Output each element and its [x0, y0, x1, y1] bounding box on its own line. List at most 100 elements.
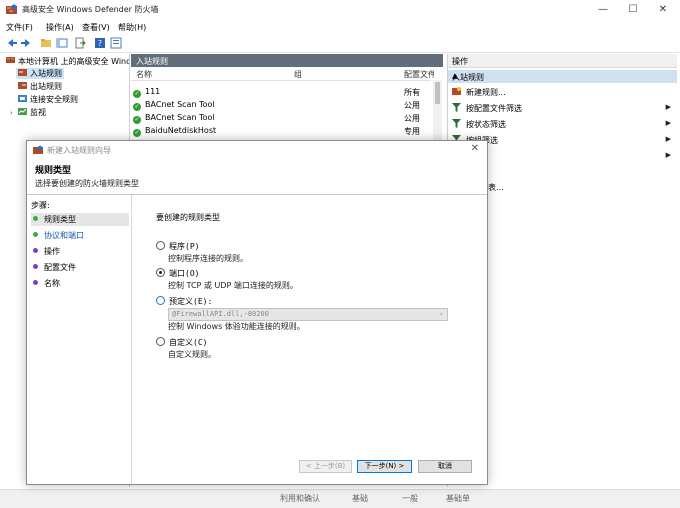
- action-label: 新建规则...: [466, 88, 506, 97]
- tree-item-label: 入站规则: [30, 69, 62, 78]
- rule-type-question: 要创建的规则类型: [156, 213, 220, 222]
- tree-item-monitoring[interactable]: › 监视: [10, 107, 46, 118]
- next-button[interactable]: 下一步(N) >: [357, 460, 412, 473]
- step-rule-type[interactable]: 规则类型: [31, 213, 129, 226]
- tree-root[interactable]: 本地计算机 上的高级安全 Windows Defender 防火墙: [6, 56, 129, 67]
- tree-root-label: 本地计算机 上的高级安全 Windows Defender 防火墙: [18, 57, 129, 66]
- back-button[interactable]: < 上一步(B): [299, 460, 352, 473]
- show-hide-console-tree-icon[interactable]: [56, 37, 68, 49]
- export-list-icon[interactable]: [74, 37, 86, 49]
- column-header-group[interactable]: 组: [294, 69, 302, 80]
- chevron-down-icon[interactable]: ⌄: [438, 309, 444, 317]
- step-name[interactable]: 名称: [31, 277, 129, 290]
- option-label: 自定义(C): [169, 338, 208, 347]
- step-label: 操作: [44, 247, 60, 256]
- new-inbound-rule-wizard: 新建入站规则向导 ✕ 规则类型 选择要创建的防火墙规则类型 步骤: 规则类型 协…: [26, 140, 488, 485]
- step-profile[interactable]: 配置文件: [31, 261, 129, 274]
- wizard-page-subheading: 选择要创建的防火墙规则类型: [35, 179, 139, 188]
- tree-item-inbound-rules[interactable]: 入站规则: [16, 68, 64, 79]
- minimize-button[interactable]: —: [588, 0, 618, 20]
- option-description: 自定义规则。: [168, 350, 216, 359]
- rules-scrollbar[interactable]: [433, 80, 442, 140]
- option-description: 控制程序连接的规则。: [168, 254, 248, 263]
- table-row[interactable]: ✓ BACnet Scan Tool: [133, 100, 215, 111]
- column-header-name[interactable]: 名称: [136, 69, 152, 80]
- tree-item-outbound-rules[interactable]: 出站规则: [18, 81, 62, 92]
- option-label: 端口(O): [169, 269, 200, 278]
- radio-port-selected[interactable]: [156, 268, 165, 277]
- menu-help[interactable]: 帮助(H): [118, 22, 146, 33]
- close-button[interactable]: ✕: [648, 0, 678, 20]
- predefined-select-value: @FirewallAPI.dll,-80200: [172, 310, 269, 318]
- radio-predefined[interactable]: [156, 296, 165, 305]
- step-action[interactable]: 操作: [31, 245, 129, 258]
- option-port[interactable]: 端口(O): [156, 268, 199, 279]
- rule-profile: 专用: [404, 127, 420, 136]
- option-description: 控制 Windows 体验功能连接的规则。: [168, 322, 305, 331]
- forward-icon[interactable]: [20, 37, 32, 49]
- cancel-button[interactable]: 取消: [418, 460, 472, 473]
- step-label: 规则类型: [44, 215, 76, 224]
- rule-profile: 公用: [404, 114, 420, 123]
- radio-program[interactable]: [156, 241, 165, 250]
- enabled-check-icon: ✓: [133, 116, 141, 124]
- status-fragment: 利用和确认: [280, 494, 320, 503]
- step-protocol-and-ports[interactable]: 协议和端口: [31, 229, 129, 242]
- option-custom[interactable]: 自定义(C): [156, 337, 207, 348]
- actions-header: 操作: [448, 54, 677, 68]
- firewall-computer-icon: [6, 57, 15, 63]
- help-icon[interactable]: ?: [94, 37, 106, 49]
- rules-pane-header: 入站规则: [131, 54, 443, 67]
- tree-item-connection-security-rules[interactable]: 连接安全规则: [18, 94, 78, 105]
- header-divider: [131, 80, 431, 81]
- step-label: 协议和端口: [44, 231, 84, 240]
- collapse-up-icon[interactable]: ▲: [452, 72, 671, 80]
- table-row[interactable]: ✓ BaiduNetdiskHost: [133, 126, 216, 137]
- outbound-rules-icon: [18, 82, 27, 89]
- menu-file[interactable]: 文件(F): [6, 22, 33, 33]
- rules-pane-title: 入站规则: [136, 57, 168, 66]
- column-header-profile[interactable]: 配置文件: [404, 69, 434, 80]
- submenu-arrow-icon: ▶: [665, 135, 671, 143]
- menu-view[interactable]: 查看(V): [82, 22, 110, 33]
- back-icon[interactable]: [6, 37, 18, 49]
- actions-section-inbound[interactable]: 入站规则 ▲: [448, 70, 677, 83]
- action-label: 按状态筛选: [466, 120, 506, 129]
- action-new-rule[interactable]: 新建规则...: [452, 87, 506, 98]
- expand-chevron-icon[interactable]: ›: [10, 109, 18, 117]
- svg-text:?: ?: [98, 39, 102, 48]
- rule-name: BACnet Scan Tool: [145, 113, 215, 122]
- action-filter-by-state[interactable]: 按状态筛选: [452, 119, 506, 130]
- enabled-check-icon: ✓: [133, 129, 141, 137]
- table-row[interactable]: ✓ 111: [133, 87, 160, 98]
- option-program[interactable]: 程序(P): [156, 241, 199, 252]
- predefined-rule-select[interactable]: @FirewallAPI.dll,-80200 ⌄: [168, 308, 448, 321]
- tree-item-label: 连接安全规则: [30, 95, 78, 104]
- option-description: 控制 TCP 或 UDP 端口连接的规则。: [168, 281, 298, 290]
- folder-up-icon[interactable]: [40, 37, 52, 49]
- step-active-dot-icon: [33, 216, 38, 221]
- wizard-content: 要创建的规则类型 程序(P) 控制程序连接的规则。 端口(O) 控制 TCP 或…: [132, 195, 487, 484]
- status-fragment: 基础单: [446, 494, 470, 503]
- submenu-arrow-icon: ▶: [665, 103, 671, 111]
- dialog-close-icon[interactable]: ✕: [471, 143, 479, 154]
- radio-custom[interactable]: [156, 337, 165, 346]
- rule-profile: 公用: [404, 101, 420, 110]
- step-dot-icon: [33, 232, 38, 237]
- title-bar: 高级安全 Windows Defender 防火墙 — ☐ ✕: [0, 0, 680, 20]
- scrollbar-thumb[interactable]: [435, 82, 440, 104]
- action-label: 按配置文件筛选: [466, 104, 522, 113]
- option-predefined[interactable]: 预定义(E):: [156, 296, 212, 307]
- rule-name: BaiduNetdiskHost: [145, 126, 217, 135]
- step-label: 配置文件: [44, 263, 76, 272]
- menu-action[interactable]: 操作(A): [46, 22, 74, 33]
- action-filter-by-profile[interactable]: 按配置文件筛选: [452, 103, 522, 114]
- properties-icon[interactable]: [110, 37, 122, 49]
- window-title: 高级安全 Windows Defender 防火墙: [22, 5, 159, 14]
- step-dot-icon: [33, 248, 38, 253]
- submenu-arrow-icon: ▶: [665, 151, 671, 159]
- wizard-steps-panel: 步骤: 规则类型 协议和端口 操作 配置文件 名称: [27, 195, 132, 484]
- table-row[interactable]: ✓ BACnet Scan Tool: [133, 113, 215, 124]
- connection-security-icon: [18, 95, 27, 102]
- maximize-button[interactable]: ☐: [618, 0, 648, 20]
